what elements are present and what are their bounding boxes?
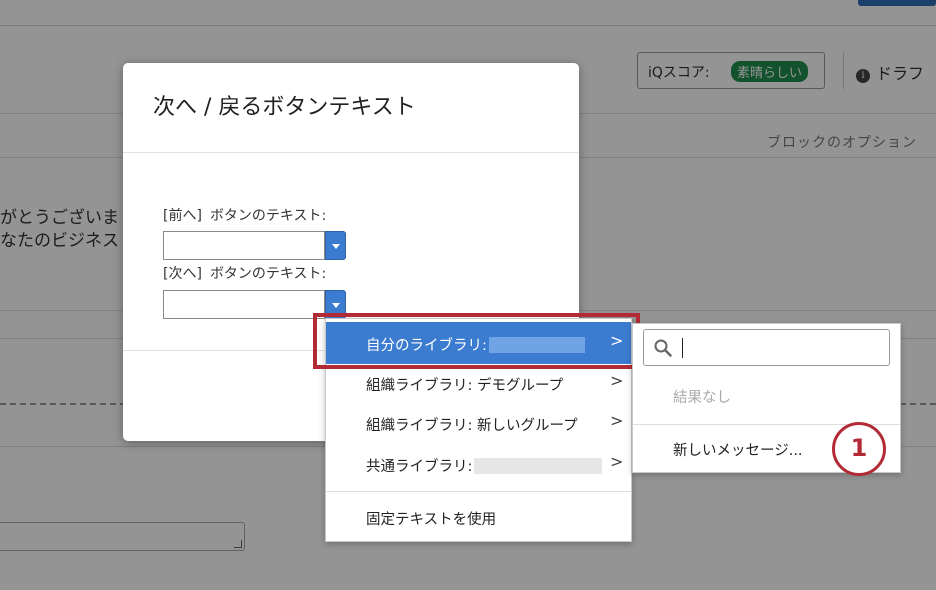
chevron-down-icon bbox=[332, 244, 340, 249]
next-button-text-label: ボタンのテキスト: bbox=[209, 266, 327, 282]
menu-item-fixed-text[interactable]: 固定テキストを使用 bbox=[326, 496, 631, 538]
menu-item-org-library-new[interactable]: 組織ライブラリ: 新しいグループ > bbox=[326, 402, 631, 444]
step-number-badge: 1 bbox=[832, 422, 886, 476]
prev-button-text-input[interactable] bbox=[163, 231, 325, 260]
modal-title: 次へ / 戻るボタンテキスト bbox=[153, 95, 416, 120]
highlight-box bbox=[313, 313, 640, 369]
prev-field-label: [前へ] ボタンのテキスト: bbox=[163, 205, 326, 225]
chevron-right-icon: > bbox=[610, 411, 624, 430]
menu-item-shared-library[interactable]: 共通ライブラリ: > bbox=[326, 443, 631, 485]
prev-dropdown-button[interactable] bbox=[325, 231, 346, 260]
chevron-down-icon bbox=[332, 303, 340, 308]
redacted-library-name bbox=[474, 458, 603, 474]
menu-item-label: 組織ライブラリ: 新しいグループ bbox=[366, 418, 578, 434]
menu-item-label: 固定テキストを使用 bbox=[366, 512, 497, 528]
prev-bracket-label: [前へ] bbox=[163, 208, 202, 224]
no-results-text: 結果なし bbox=[673, 390, 731, 406]
search-icon bbox=[654, 339, 672, 357]
menu-item-label: 共通ライブラリ: bbox=[366, 455, 603, 476]
text-cursor bbox=[682, 338, 683, 358]
next-field-label: [次へ] ボタンのテキスト: bbox=[163, 263, 326, 283]
next-bracket-label: [次へ] bbox=[163, 266, 202, 282]
chevron-right-icon: > bbox=[610, 452, 624, 471]
chevron-right-icon: > bbox=[610, 371, 624, 390]
next-button-text-input[interactable] bbox=[163, 290, 325, 319]
prev-button-text-label: ボタンのテキスト: bbox=[209, 208, 327, 224]
menu-separator bbox=[326, 491, 631, 492]
submenu-search-input[interactable] bbox=[643, 329, 890, 366]
modal-header-divider bbox=[123, 152, 579, 153]
new-message-item[interactable]: 新しいメッセージ... bbox=[673, 439, 803, 460]
menu-item-label: 組織ライブラリ: デモグループ bbox=[366, 378, 564, 394]
